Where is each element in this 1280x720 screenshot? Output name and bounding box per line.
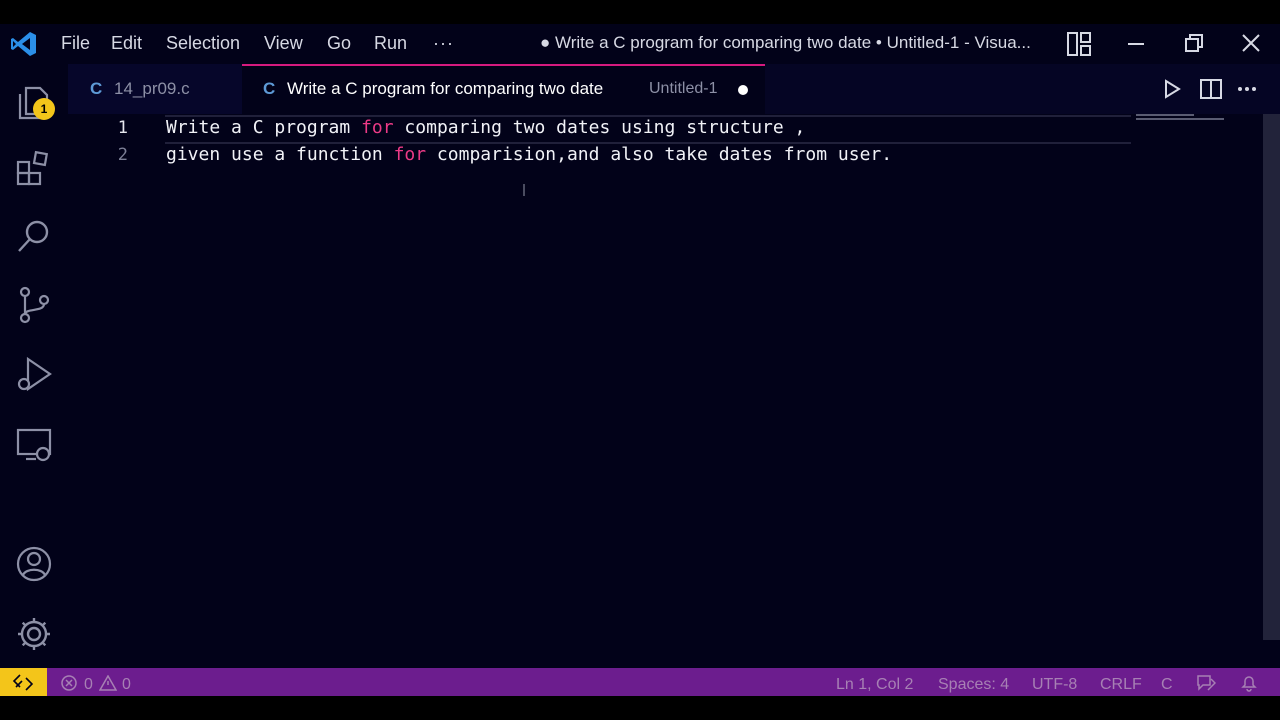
menu-run[interactable]: Run [374,24,407,64]
menu-view[interactable]: View [264,24,303,64]
settings-gear-icon[interactable] [14,614,54,654]
tab-14-pr09-c[interactable]: C 14_pr09.c [68,64,242,114]
remote-indicator[interactable] [0,668,47,696]
vscode-logo-icon [10,30,38,58]
c-file-icon: C [263,79,276,98]
line-number: 1 [117,118,128,138]
split-editor-icon[interactable] [1200,79,1222,99]
bottom-band [0,696,1280,720]
code-text: comparision,and also take dates from use… [426,144,893,165]
source-control-icon[interactable] [14,284,54,324]
c-file-icon: C [90,79,103,98]
title-bar: File Edit Selection View Go Run ··· ● Wr… [0,24,1280,64]
menu-go[interactable]: Go [327,24,351,64]
keyword-token: for [361,117,394,138]
code-text: Write a C program [166,117,362,138]
tab-description: Untitled-1 [649,80,718,97]
code-line[interactable]: given use a function for comparision,and… [166,144,892,165]
end-of-line[interactable]: CRLF [1100,668,1142,696]
error-icon [61,675,77,691]
menu-more[interactable]: ··· [433,24,454,64]
more-actions-icon[interactable] [1236,79,1258,99]
unsaved-dot-icon[interactable] [738,85,748,95]
encoding[interactable]: UTF-8 [1032,668,1077,696]
explorer-badge: 1 [33,98,55,120]
menu-file[interactable]: File [61,24,90,64]
menu-edit[interactable]: Edit [111,24,142,64]
code-line[interactable]: Write a C program for comparing two date… [166,117,805,138]
account-icon[interactable] [14,544,54,584]
menu-selection[interactable]: Selection [166,24,240,64]
editor-area[interactable]: 1 Write a C program for comparing two da… [68,114,1280,668]
activity-bar: 1 [0,64,68,668]
remote-explorer-icon[interactable] [14,424,54,464]
run-code-icon[interactable] [1162,79,1182,99]
restore-icon[interactable] [1185,34,1203,52]
language-mode[interactable]: C [1161,668,1173,696]
text-cursor-pointer [523,184,525,196]
status-bar: 0 0 Ln 1, Col 2 Spaces: 4 UTF-8 CRLF C [0,668,1280,696]
warning-count[interactable]: 0 [122,668,131,696]
window-title: ● Write a C program for comparing two da… [540,33,1031,52]
close-icon[interactable] [1242,34,1260,52]
code-text: given use a function [166,144,394,165]
tab-untitled-1[interactable]: C Write a C program for comparing two da… [242,64,765,114]
cursor-position[interactable]: Ln 1, Col 2 [836,668,913,696]
customize-layout-icon[interactable] [1066,31,1092,57]
vertical-scrollbar[interactable] [1263,114,1280,640]
notifications-bell-icon[interactable] [1240,674,1258,692]
search-icon[interactable] [14,216,54,256]
keyword-token: for [393,144,427,165]
run-debug-icon[interactable] [14,354,54,394]
minimap[interactable] [1136,114,1231,122]
feedback-icon[interactable] [1196,674,1216,692]
tab-label: Write a C program for comparing two date [287,79,604,98]
error-count[interactable]: 0 [84,668,93,696]
warning-icon [99,675,117,691]
line-number: 2 [117,145,128,165]
code-text: comparing two dates using structure , [393,117,806,138]
tab-label: 14_pr09.c [114,79,190,98]
extensions-icon[interactable] [14,148,54,188]
minimize-icon[interactable] [1127,37,1145,51]
indentation[interactable]: Spaces: 4 [938,668,1009,696]
editor-tab-bar: C 14_pr09.c C Write a C program for comp… [68,64,1280,114]
